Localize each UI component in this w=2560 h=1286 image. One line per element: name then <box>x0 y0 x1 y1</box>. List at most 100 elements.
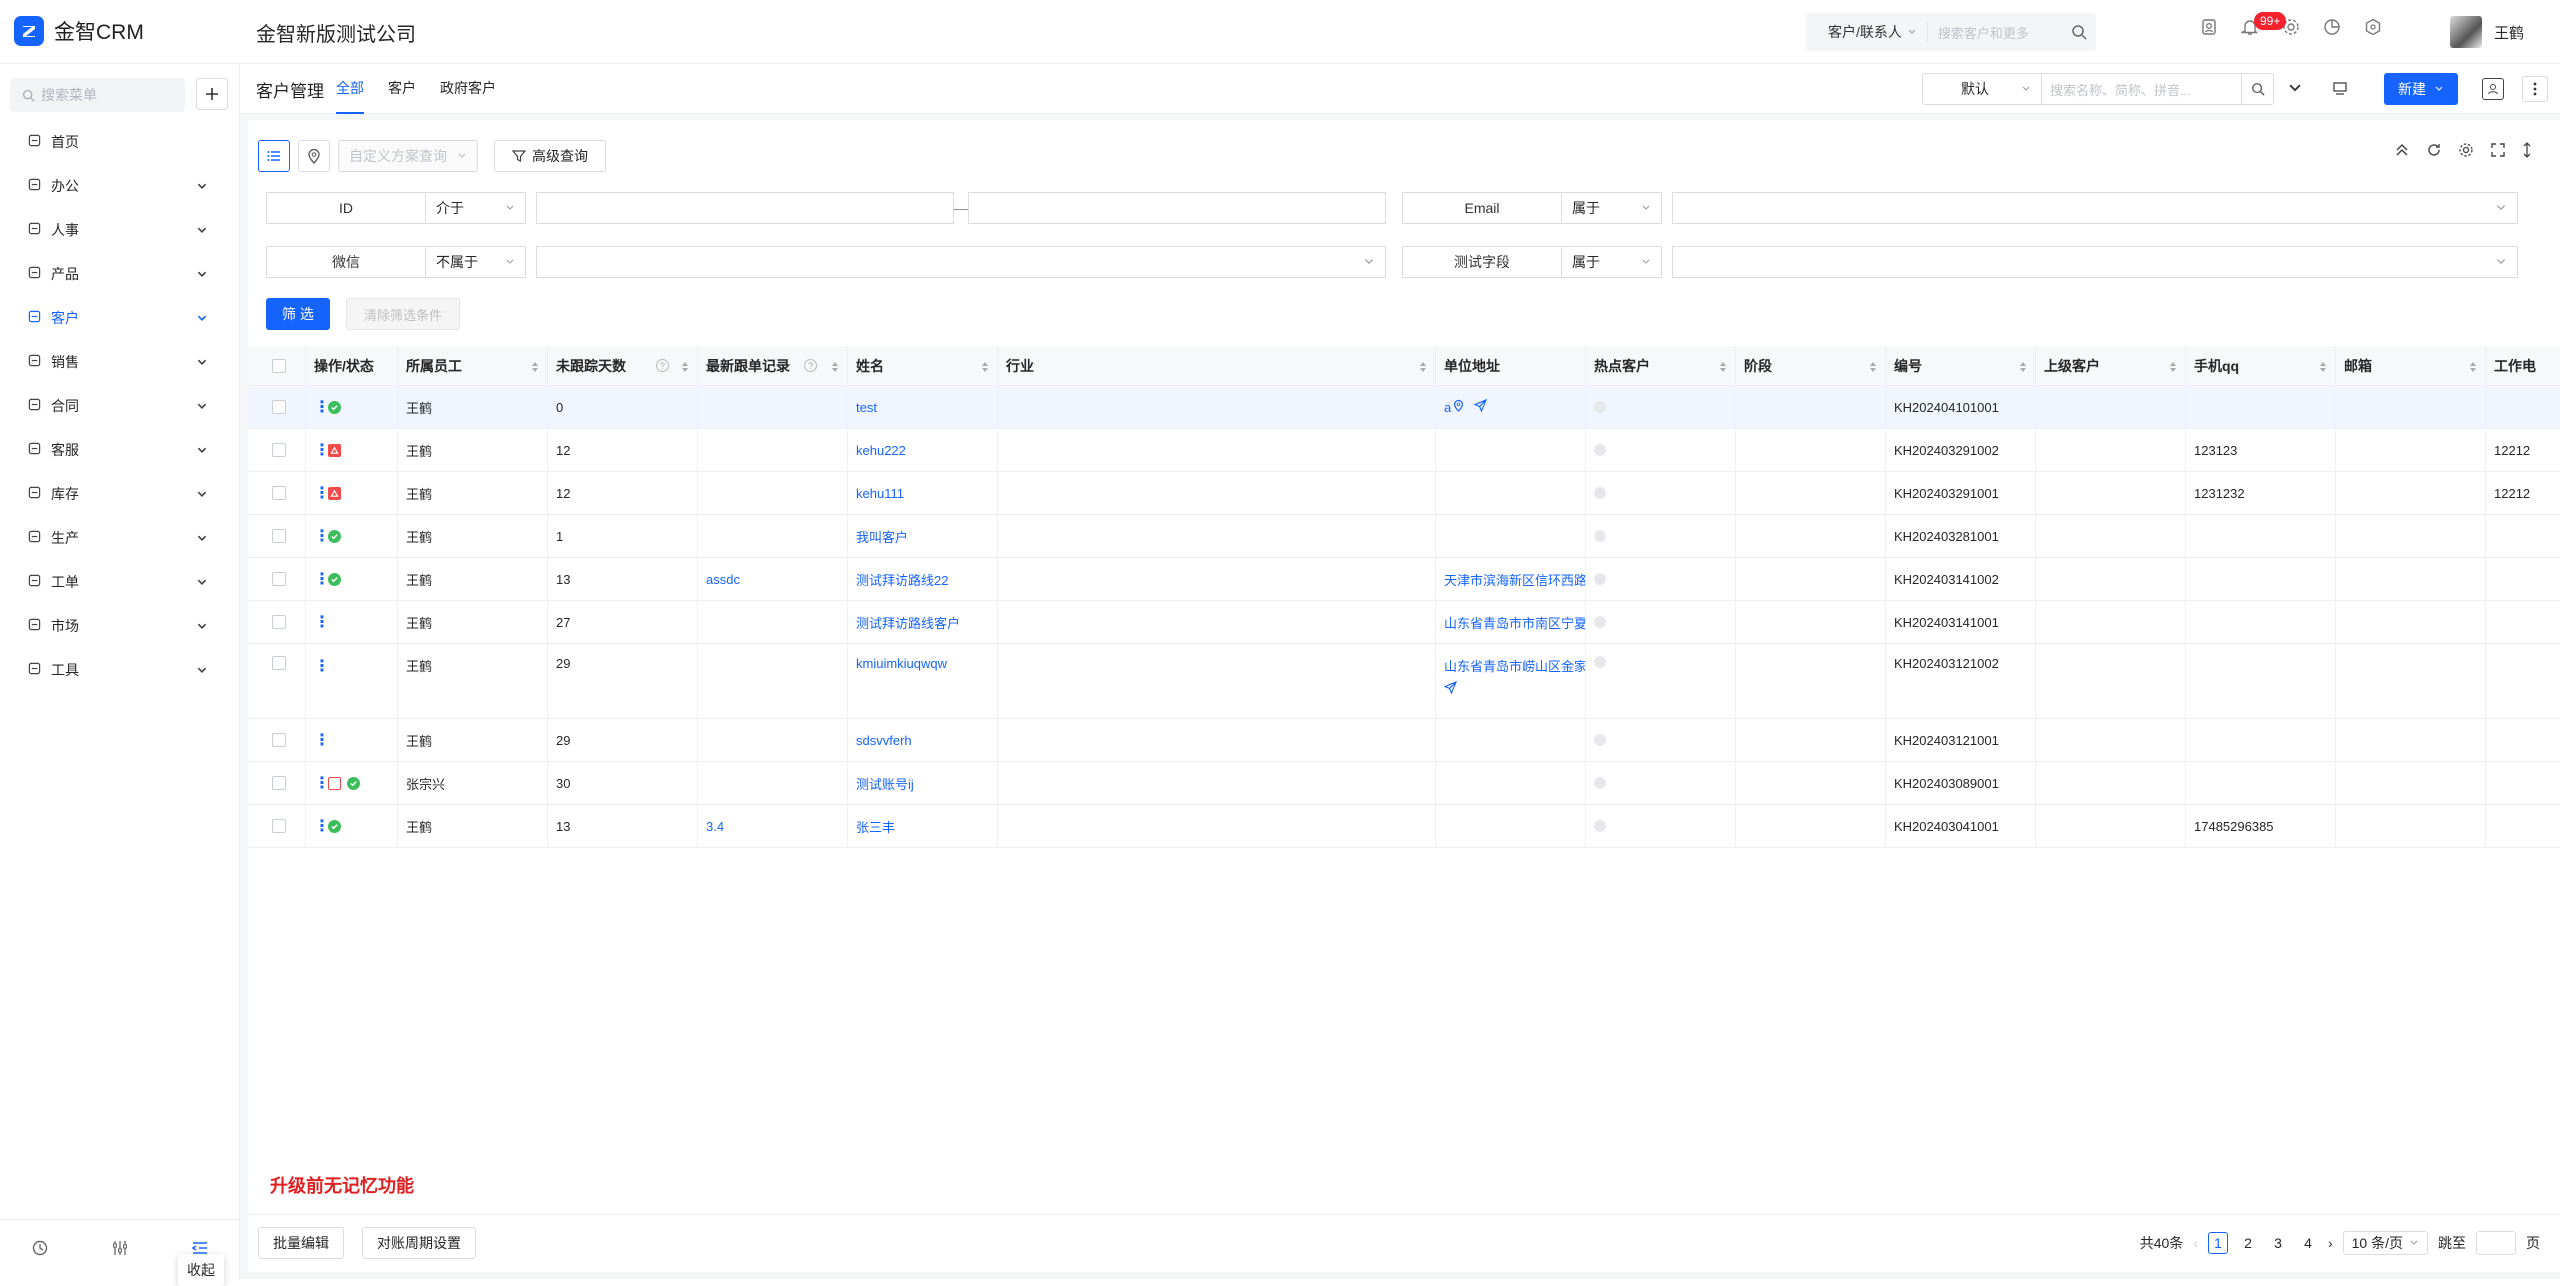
checkbox[interactable] <box>272 486 286 500</box>
checkbox[interactable] <box>272 615 286 629</box>
column-header[interactable]: 阶段 <box>1736 346 1886 386</box>
customer-name-link[interactable]: 张三丰 <box>856 817 895 836</box>
list-view-button[interactable] <box>258 140 290 172</box>
column-header[interactable]: 最新跟单记录? <box>698 346 848 386</box>
row-actions-icon[interactable]: ⋮ <box>314 730 330 750</box>
sidebar-item-3[interactable]: 产品 <box>0 252 240 296</box>
view-select[interactable]: 默认 <box>1922 73 2042 105</box>
sidebar-item-12[interactable]: 工具 <box>0 648 240 692</box>
sort-icon[interactable] <box>2319 360 2327 376</box>
column-header[interactable]: 工作电 <box>2486 346 2560 386</box>
settings-icon[interactable] <box>2458 142 2474 161</box>
row-checkbox-cell[interactable] <box>248 429 306 471</box>
row-checkbox-cell[interactable] <box>248 515 306 557</box>
send-icon[interactable] <box>1443 680 1585 697</box>
print-icon[interactable] <box>2332 80 2348 99</box>
row-actions-icon[interactable]: ⋮ <box>314 656 330 676</box>
app-logo[interactable]: 金智CRM <box>14 16 144 46</box>
id-range-start-input[interactable] <box>536 192 954 224</box>
page-3[interactable]: 3 <box>2268 1232 2288 1254</box>
column-header[interactable]: 热点客户 <box>1586 346 1736 386</box>
customer-name-link[interactable]: sdsvvferh <box>856 733 912 748</box>
customer-name-link[interactable]: test <box>856 400 877 415</box>
row-actions-icon[interactable]: ⋮ <box>314 569 330 589</box>
filter-operator-select[interactable]: 属于 <box>1562 246 1662 278</box>
table-row[interactable]: ⋮ 王鹤 1 我叫客户 KH202403281001 <box>248 515 2560 558</box>
customer-name-link[interactable]: kehu111 <box>856 486 904 501</box>
sidebar-item-11[interactable]: 市场 <box>0 604 240 648</box>
column-header[interactable]: 未跟踪天数? <box>548 346 698 386</box>
reconcile-period-button[interactable]: 对账周期设置 <box>362 1227 476 1259</box>
menu-search-input[interactable]: 搜索菜单 <box>10 78 185 112</box>
add-menu-button[interactable] <box>196 78 228 110</box>
checkbox[interactable] <box>272 656 286 670</box>
sort-icon[interactable] <box>681 360 689 376</box>
column-header[interactable]: 姓名 <box>848 346 998 386</box>
location-pin-icon[interactable] <box>1453 399 1464 415</box>
sort-icon[interactable] <box>1719 360 1727 376</box>
sidebar-item-8[interactable]: 库存 <box>0 472 240 516</box>
row-checkbox-cell[interactable] <box>248 601 306 643</box>
apply-filter-button[interactable]: 筛 选 <box>266 298 330 330</box>
customer-name-link[interactable]: 测试拜访路线客户 <box>856 613 960 632</box>
table-row[interactable]: ⋮ 王鹤 29 kmiuimkiuqwqw 山东省青岛市崂山区金家岭街道青岛大学(浮山校… <box>248 644 2560 719</box>
column-header[interactable]: 行业 <box>998 346 1436 386</box>
column-header[interactable]: 操作/状态 <box>306 346 398 386</box>
customer-name-link[interactable]: 测试拜访路线22 <box>856 570 948 589</box>
customer-name-link[interactable]: kehu222 <box>856 443 906 458</box>
record-link[interactable]: assdc <box>706 572 740 587</box>
test-field-filter-select[interactable] <box>1672 246 2518 278</box>
filter-operator-select[interactable]: 介于 <box>426 192 526 224</box>
table-row[interactable]: ⋮ 王鹤 13 3.4 张三丰 KH202403041001 17485296385 <box>248 805 2560 848</box>
sort-icon[interactable] <box>1869 360 1877 376</box>
tab-2[interactable]: 政府客户 <box>440 64 496 114</box>
sort-icon[interactable] <box>831 360 839 376</box>
refresh-icon[interactable] <box>2426 142 2442 161</box>
column-header[interactable]: 单位地址 <box>1436 346 1586 386</box>
checkbox[interactable] <box>272 572 286 586</box>
table-row[interactable]: ⋮ 王鹤 29 sdsvvferh KH202403121001 <box>248 719 2560 762</box>
record-link[interactable]: 3.4 <box>706 819 724 834</box>
contacts-icon[interactable] <box>2200 18 2218 39</box>
row-checkbox-cell[interactable] <box>248 558 306 600</box>
checkbox[interactable] <box>272 443 286 457</box>
record-search-button[interactable] <box>2242 73 2274 105</box>
sort-icon[interactable] <box>2019 360 2027 376</box>
row-actions-icon[interactable]: ⋮ <box>314 612 330 632</box>
more-vertical-icon[interactable] <box>2522 76 2548 102</box>
sidebar-item-10[interactable]: 工单 <box>0 560 240 604</box>
row-checkbox-cell[interactable] <box>248 805 306 847</box>
checkbox[interactable] <box>272 776 286 790</box>
select-all-checkbox[interactable] <box>248 346 306 386</box>
page-4[interactable]: 4 <box>2298 1232 2318 1254</box>
table-row[interactable]: ⋮ 王鹤 27 测试拜访路线客户 山东省青岛市市南区宁夏路青岛软件园 KH20240314… <box>248 601 2560 644</box>
sidebar-item-2[interactable]: 人事 <box>0 208 240 252</box>
column-header[interactable]: 编号 <box>1886 346 2036 386</box>
row-height-icon[interactable] <box>2522 142 2532 161</box>
sort-icon[interactable] <box>2169 360 2177 376</box>
sidebar-item-1[interactable]: 办公 <box>0 164 240 208</box>
customer-name-link[interactable]: kmiuimkiuqwqw <box>856 656 947 671</box>
sidebar-item-9[interactable]: 生产 <box>0 516 240 560</box>
customer-name-link[interactable]: 测试账号ij <box>856 774 914 793</box>
row-actions-icon[interactable]: ⋮ <box>314 483 330 503</box>
page-2[interactable]: 2 <box>2238 1232 2258 1254</box>
row-actions-icon[interactable]: ⋮ <box>314 397 330 417</box>
row-actions-icon[interactable]: ⋮ <box>314 773 330 793</box>
expand-search-icon[interactable] <box>2288 81 2302 98</box>
sidebar-item-5[interactable]: 销售 <box>0 340 240 384</box>
row-checkbox-cell[interactable] <box>248 644 306 718</box>
sidebar-item-6[interactable]: 合同 <box>0 384 240 428</box>
tab-0[interactable]: 全部 <box>336 64 364 114</box>
help-icon[interactable]: ? <box>804 359 817 372</box>
collapse-up-icon[interactable] <box>2394 142 2410 161</box>
new-button[interactable]: 新建 <box>2384 73 2458 105</box>
page-1[interactable]: 1 <box>2207 1232 2228 1254</box>
id-range-end-input[interactable] <box>968 192 1386 224</box>
filter-operator-select[interactable]: 属于 <box>1562 192 1662 224</box>
row-checkbox-cell[interactable] <box>248 762 306 804</box>
company-name[interactable]: 金智新版测试公司 <box>256 18 416 47</box>
email-filter-select[interactable] <box>1672 192 2518 224</box>
sort-icon[interactable] <box>981 360 989 376</box>
global-search-input[interactable]: 搜索客户和更多 <box>1928 23 2062 42</box>
